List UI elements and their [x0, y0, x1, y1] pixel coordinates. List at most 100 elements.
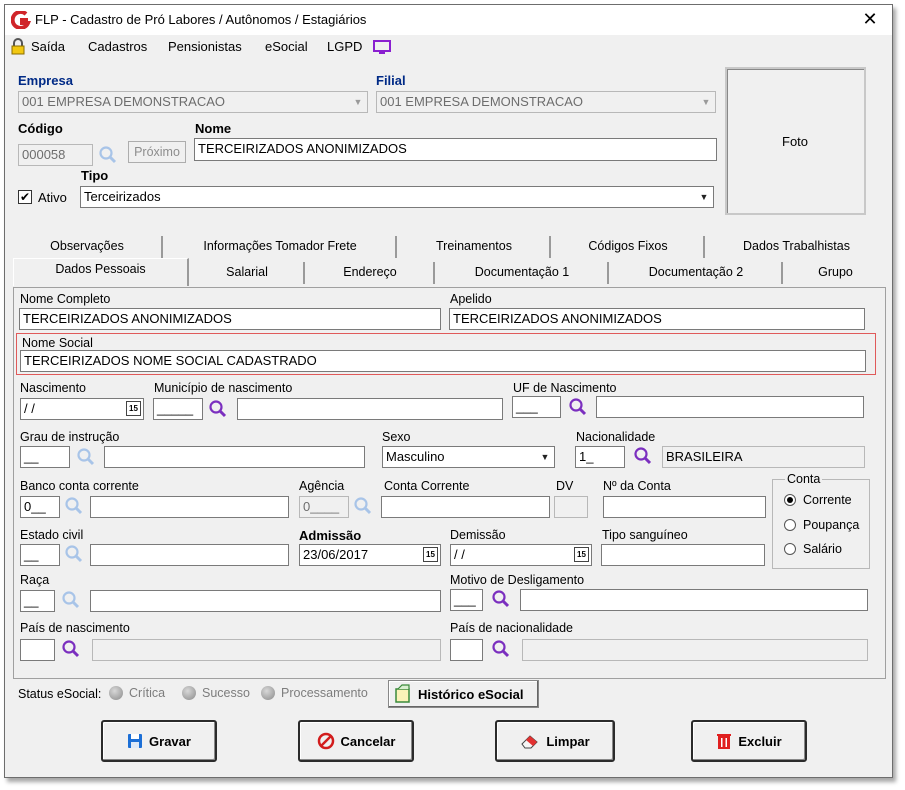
pais-nasc-name-field [92, 639, 441, 661]
motivo-label: Motivo de Desligamento [450, 573, 585, 587]
tab-treinamentos[interactable]: Treinamentos [399, 236, 551, 258]
search-icon[interactable] [64, 544, 84, 564]
historico-esocial-button[interactable]: Histórico eSocial [388, 680, 539, 708]
chevron-down-icon[interactable]: ▼ [696, 188, 712, 206]
estado-civil-code-field[interactable]: __ [20, 544, 60, 566]
search-icon[interactable] [64, 496, 84, 516]
tipo-select[interactable]: Terceirizados ▼ [80, 186, 714, 208]
cancelar-button[interactable]: Cancelar [298, 720, 414, 762]
gravar-button[interactable]: Gravar [101, 720, 217, 762]
limpar-button[interactable]: Limpar [495, 720, 615, 762]
municipio-code-field[interactable]: _____ [153, 398, 203, 420]
menu-esocial[interactable]: eSocial [265, 39, 308, 54]
num-conta-field[interactable] [603, 496, 766, 518]
nome-completo-label: Nome Completo [20, 292, 111, 306]
nome-field[interactable]: TERCEIRIZADOS ANONIMIZADOS [194, 138, 717, 161]
tab-documentacao-1[interactable]: Documentação 1 [437, 262, 609, 284]
close-button[interactable]: ✕ [857, 8, 883, 32]
motivo-name-field[interactable] [520, 589, 868, 611]
radio-salario[interactable]: Salário [784, 542, 842, 556]
radio-button[interactable] [784, 494, 796, 506]
excluir-button[interactable]: Excluir [691, 720, 807, 762]
proximo-button[interactable]: Próximo [128, 141, 186, 163]
motivo-code-field[interactable]: ___ [450, 589, 483, 611]
calendar-icon[interactable]: 15 [423, 547, 438, 562]
tab-row-2: Dados Pessoais Salarial Endereço Documen… [13, 258, 886, 286]
photo-label: Foto [782, 134, 809, 149]
save-icon [128, 734, 143, 748]
calendar-icon[interactable]: 15 [126, 401, 141, 416]
uf-code-field[interactable]: ___ [512, 396, 561, 418]
menu-lgpd[interactable]: LGPD [327, 39, 362, 54]
monitor-icon[interactable] [373, 40, 391, 55]
status-critica: Crítica [109, 686, 165, 700]
chevron-down-icon[interactable]: ▼ [537, 448, 553, 466]
municipio-name-field[interactable] [237, 398, 503, 420]
search-icon[interactable] [491, 589, 511, 609]
nome-completo-field[interactable]: TERCEIRIZADOS ANONIMIZADOS [19, 308, 441, 330]
menu-saida[interactable]: Saída [31, 39, 65, 54]
sexo-label: Sexo [382, 430, 411, 444]
radio-poupanca[interactable]: Poupança [784, 518, 859, 532]
pais-nac-code-field[interactable] [450, 639, 483, 661]
ativo-checkbox[interactable]: ✔ [18, 190, 32, 204]
chevron-down-icon: ▼ [698, 93, 714, 111]
search-icon[interactable] [76, 447, 96, 467]
tab-salarial[interactable]: Salarial [191, 262, 305, 284]
conta-corrente-field[interactable] [381, 496, 550, 518]
raca-code-field[interactable]: __ [20, 590, 55, 612]
search-icon[interactable] [353, 496, 373, 516]
photo-box[interactable]: Foto [725, 67, 866, 215]
chevron-down-icon: ▼ [350, 93, 366, 111]
status-led-icon [182, 686, 196, 700]
banco-code-field[interactable]: 0__ [20, 496, 60, 518]
tab-documentacao-2[interactable]: Documentação 2 [611, 262, 783, 284]
search-icon[interactable] [633, 446, 653, 466]
tipo-sanguineo-field[interactable] [601, 544, 765, 566]
tab-dados-trabalhistas[interactable]: Dados Trabalhistas [707, 236, 886, 258]
nascimento-field[interactable]: / / 15 [20, 398, 144, 420]
menu-pensionistas[interactable]: Pensionistas [168, 39, 242, 54]
tab-observacoes[interactable]: Observações [13, 236, 163, 258]
estado-civil-name-field[interactable] [90, 544, 289, 566]
raca-name-field[interactable] [90, 590, 441, 612]
search-icon[interactable] [61, 639, 81, 659]
apelido-label: Apelido [450, 292, 492, 306]
filial-select: 001 EMPRESA DEMONSTRACAO ▼ [376, 91, 716, 113]
tab-codigos-fixos[interactable]: Códigos Fixos [553, 236, 705, 258]
ativo-label: Ativo [38, 190, 67, 205]
tab-grupo[interactable]: Grupo [785, 262, 886, 284]
nome-social-field[interactable]: TERCEIRIZADOS NOME SOCIAL CADASTRADO [20, 350, 866, 372]
radio-corrente[interactable]: Corrente [784, 493, 852, 507]
tab-dados-pessoais[interactable]: Dados Pessoais [13, 258, 189, 286]
sexo-select[interactable]: Masculino ▼ [382, 446, 555, 468]
search-icon[interactable] [491, 639, 511, 659]
radio-button[interactable] [784, 543, 796, 555]
lock-icon [11, 38, 25, 55]
uf-name-field[interactable] [596, 396, 864, 418]
banco-name-field[interactable] [90, 496, 289, 518]
tab-informacoes-tomador-frete[interactable]: Informações Tomador Frete [165, 236, 397, 258]
status-sucesso: Sucesso [182, 686, 250, 700]
document-icon [395, 684, 410, 703]
calendar-icon[interactable]: 15 [574, 547, 589, 562]
radio-button[interactable] [784, 519, 796, 531]
search-icon[interactable] [61, 590, 81, 610]
search-icon[interactable] [568, 397, 588, 417]
codigo-field: 000058 [18, 144, 93, 166]
search-icon[interactable] [208, 399, 228, 419]
search-icon[interactable] [98, 145, 118, 165]
admissao-field[interactable]: 23/06/2017 15 [299, 544, 441, 566]
raca-label: Raça [20, 573, 50, 587]
menu-cadastros[interactable]: Cadastros [88, 39, 147, 54]
grau-code-field[interactable]: __ [20, 446, 70, 468]
menu-bar: Saída Cadastros Pensionistas eSocial LGP… [5, 35, 892, 59]
grau-name-field[interactable] [104, 446, 365, 468]
tab-endereco[interactable]: Endereço [307, 262, 435, 284]
pais-nasc-code-field[interactable] [20, 639, 55, 661]
apelido-field[interactable]: TERCEIRIZADOS ANONIMIZADOS [449, 308, 865, 330]
demissao-label: Demissão [450, 528, 506, 542]
nacionalidade-code-field[interactable]: 1_ [575, 446, 625, 468]
demissao-field[interactable]: / / 15 [450, 544, 592, 566]
pais-nac-name-field [522, 639, 868, 661]
